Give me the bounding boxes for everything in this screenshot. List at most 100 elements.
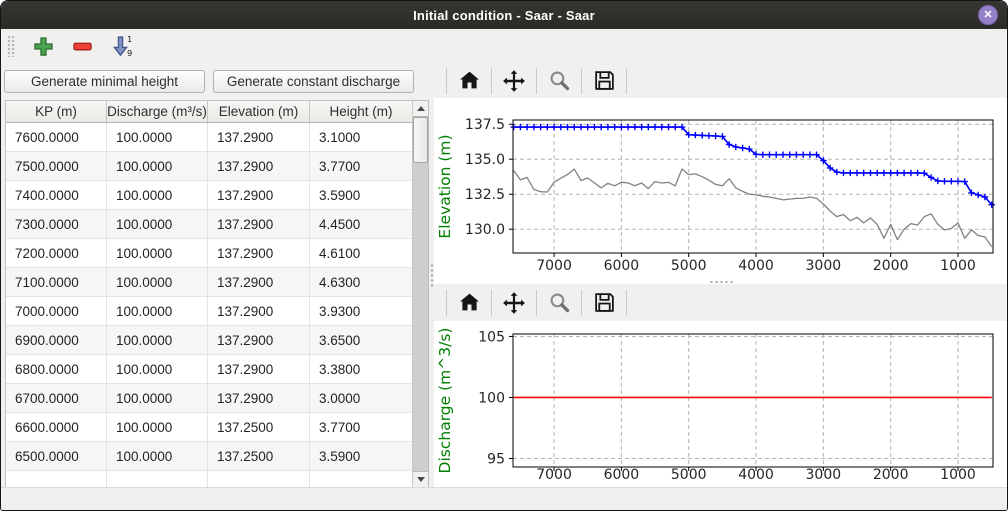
scroll-up-button[interactable]	[413, 101, 428, 117]
table-cell[interactable]: 6500.0000	[6, 442, 107, 470]
right-pane: 7000600050004000300020001000137.5135.013…	[434, 63, 1007, 488]
close-button[interactable]: ✕	[978, 5, 998, 25]
scroll-down-button[interactable]	[413, 471, 428, 487]
discharge-figure[interactable]: 700060005000400030002000100010510095Disc…	[434, 321, 1007, 488]
table-cell[interactable]: 7000.0000	[6, 297, 107, 325]
magnifier-icon	[548, 69, 571, 92]
table-row[interactable]: 6800.0000100.0000137.29003.3800	[6, 355, 412, 384]
table-row[interactable]: 6700.0000100.0000137.29003.0000	[6, 384, 412, 413]
generate-constant-discharge-button[interactable]: Generate constant discharge	[213, 70, 414, 93]
scrollbar-thumb[interactable]	[413, 117, 428, 163]
table-cell[interactable]: 4.6300	[310, 268, 412, 296]
pan-button[interactable]	[497, 66, 531, 96]
table-cell[interactable]: 7400.0000	[6, 181, 107, 209]
table-cell[interactable]: 137.2900	[208, 297, 310, 325]
table-cell[interactable]: 137.2900	[208, 268, 310, 296]
table-cell[interactable]: 3.3800	[310, 355, 412, 383]
add-row-button[interactable]	[32, 35, 55, 58]
table-row[interactable]: 7500.0000100.0000137.29003.7700	[6, 152, 412, 181]
table-cell[interactable]: 100.0000	[107, 326, 208, 354]
table-cell[interactable]: 4.4500	[310, 210, 412, 238]
toolbar-drag-handle[interactable]	[7, 35, 16, 57]
home-icon	[458, 69, 481, 92]
table-row[interactable]: 6500.0000100.0000137.25003.5900	[6, 442, 412, 471]
table-cell[interactable]: 6900.0000	[6, 326, 107, 354]
table-cell[interactable]: 4.6100	[310, 239, 412, 267]
table-cell[interactable]: 100.0000	[107, 210, 208, 238]
generate-minimal-height-button[interactable]: Generate minimal height	[4, 70, 205, 93]
table-cell[interactable]: 7500.0000	[6, 152, 107, 180]
table-scrollbar[interactable]	[412, 100, 429, 488]
table-cell[interactable]: 3.6500	[310, 326, 412, 354]
table-cell[interactable]: 100.0000	[107, 297, 208, 325]
table-cell[interactable]: 137.2500	[208, 413, 310, 441]
table-cell[interactable]: 100.0000	[107, 413, 208, 441]
save-button[interactable]	[587, 288, 621, 318]
window: Initial condition - Saar - Saar ✕ 1 9	[0, 0, 1008, 511]
table-row[interactable]: 7400.0000100.0000137.29003.5900	[6, 181, 412, 210]
column-header-discharge[interactable]: Discharge (m³/s)	[107, 101, 208, 122]
table-cell[interactable]: 137.2900	[208, 152, 310, 180]
table-cell[interactable]: 3.1000	[310, 123, 412, 151]
column-header-elevation[interactable]: Elevation (m)	[208, 101, 310, 122]
remove-row-button[interactable]	[71, 35, 94, 58]
table-cell[interactable]: 3.7700	[310, 152, 412, 180]
table-cell[interactable]: 100.0000	[107, 442, 208, 470]
table-cell[interactable]: 3.5900	[310, 181, 412, 209]
table-cell[interactable]: 137.2900	[208, 123, 310, 151]
table-cell[interactable]: 137.2900	[208, 355, 310, 383]
toolbar-separator	[581, 68, 582, 94]
table-cell[interactable]: 137.2900	[208, 181, 310, 209]
table-cell[interactable]: 137.2500	[208, 442, 310, 470]
table-cell[interactable]: 100.0000	[107, 181, 208, 209]
table-cell[interactable]: 3.5900	[310, 442, 412, 470]
table-cell[interactable]: 7200.0000	[6, 239, 107, 267]
table-cell[interactable]: 6800.0000	[6, 355, 107, 383]
column-header-height[interactable]: Height (m)	[310, 101, 412, 122]
table-cell[interactable]: 7100.0000	[6, 268, 107, 296]
sort-rows-button[interactable]: 1 9	[110, 34, 134, 58]
table-cell[interactable]: 100.0000	[107, 384, 208, 412]
table-cell[interactable]: 137.2900	[208, 384, 310, 412]
elevation-figure[interactable]: 7000600050004000300020001000137.5135.013…	[434, 98, 1007, 284]
table-cell[interactable]: 100.0000	[107, 239, 208, 267]
table-cell[interactable]: 100.0000	[107, 268, 208, 296]
table-row[interactable]: 6900.0000100.0000137.29003.6500	[6, 326, 412, 355]
table-cell[interactable]: 137.2900	[208, 239, 310, 267]
save-button[interactable]	[587, 66, 621, 96]
home-button[interactable]	[452, 66, 486, 96]
table-row[interactable]: 7300.0000100.0000137.29004.4500	[6, 210, 412, 239]
table-empty-area	[6, 471, 412, 487]
column-header-kp[interactable]: KP (m)	[6, 101, 107, 122]
svg-text:3000: 3000	[806, 467, 842, 483]
magnifier-icon	[548, 291, 571, 314]
table-cell[interactable]: 6700.0000	[6, 384, 107, 412]
titlebar[interactable]: Initial condition - Saar - Saar ✕	[1, 1, 1007, 29]
toolbar-separator	[446, 68, 447, 94]
table-cell[interactable]: 100.0000	[107, 355, 208, 383]
table-cell[interactable]: 100.0000	[107, 152, 208, 180]
table-cell[interactable]: 100.0000	[107, 123, 208, 151]
pan-button[interactable]	[497, 288, 531, 318]
home-button[interactable]	[452, 288, 486, 318]
svg-text:95: 95	[487, 451, 505, 467]
table-row[interactable]: 7200.0000100.0000137.29004.6100	[6, 239, 412, 268]
table-cell[interactable]: 3.9300	[310, 297, 412, 325]
scrollbar-track[interactable]	[413, 117, 428, 471]
table: KP (m) Discharge (m³/s) Elevation (m) He…	[5, 100, 412, 488]
table-row[interactable]: 7000.0000100.0000137.29003.9300	[6, 297, 412, 326]
table-row[interactable]: 6600.0000100.0000137.25003.7700	[6, 413, 412, 442]
table-row[interactable]: 7100.0000100.0000137.29004.6300	[6, 268, 412, 297]
zoom-button[interactable]	[542, 288, 576, 318]
table-cell[interactable]: 137.2900	[208, 326, 310, 354]
zoom-button[interactable]	[542, 66, 576, 96]
table-cell[interactable]: 7300.0000	[6, 210, 107, 238]
table-row[interactable]: 7600.0000100.0000137.29003.1000	[6, 123, 412, 152]
table-cell[interactable]: 137.2900	[208, 210, 310, 238]
table-cell[interactable]: 3.0000	[310, 384, 412, 412]
toolbar-separator	[536, 290, 537, 316]
table-cell[interactable]: 7600.0000	[6, 123, 107, 151]
toolbar-separator	[626, 68, 627, 94]
table-cell[interactable]: 3.7700	[310, 413, 412, 441]
table-cell[interactable]: 6600.0000	[6, 413, 107, 441]
